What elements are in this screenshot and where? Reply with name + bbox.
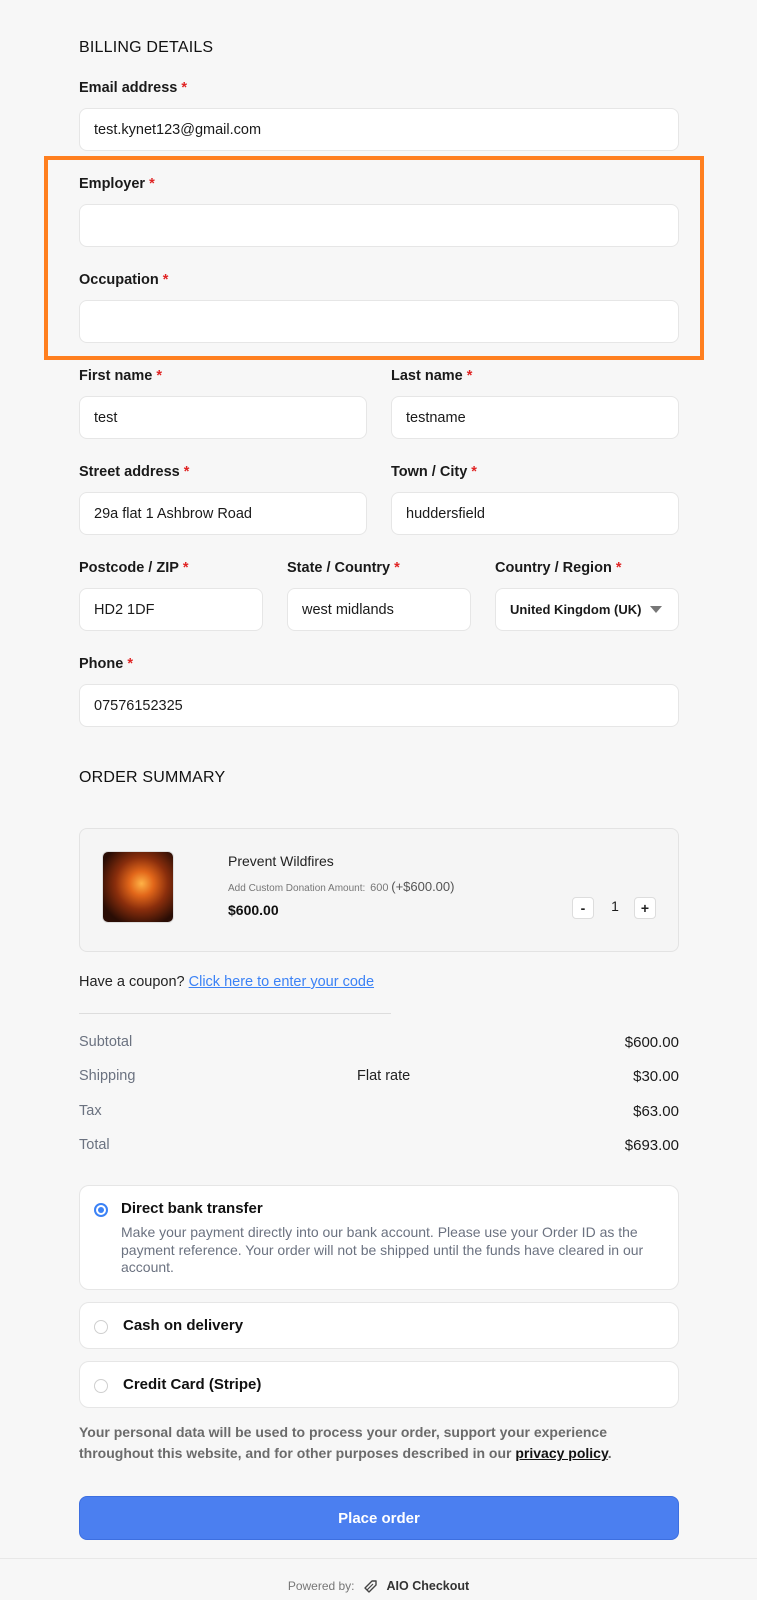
shipping-method: Flat rate xyxy=(357,1068,411,1084)
bank-title: Direct bank transfer xyxy=(121,1200,263,1217)
coupon-line: Have a coupon? Click here to enter your … xyxy=(79,974,374,990)
required-mark: * xyxy=(156,368,162,384)
postcode-field[interactable]: HD2 1DF xyxy=(79,588,263,631)
employer-field[interactable] xyxy=(79,204,679,247)
required-mark: * xyxy=(394,560,400,576)
billing-title: BILLING DETAILS xyxy=(79,39,214,56)
required-mark: * xyxy=(182,560,189,576)
coupon-text: Have a coupon? xyxy=(79,974,185,990)
country-value: United Kingdom (UK) xyxy=(510,602,642,617)
required-mark: * xyxy=(162,272,169,288)
quantity-minus-button[interactable]: - xyxy=(572,897,594,919)
custom-donation-extra: (+$600.00) xyxy=(391,879,455,894)
employer-label: Employer * xyxy=(79,176,155,192)
occupation-label-text: Occupation xyxy=(79,272,159,288)
occupation-field[interactable] xyxy=(79,300,679,343)
state-value: west midlands xyxy=(302,601,394,618)
privacy-notice: Your personal data will be used to proce… xyxy=(79,1422,679,1464)
footer-divider xyxy=(0,1558,757,1559)
last-name-field[interactable]: testname xyxy=(391,396,679,439)
place-order-button[interactable]: Place order xyxy=(79,1496,679,1540)
required-mark: * xyxy=(615,560,622,576)
total-value: $693.00 xyxy=(624,1137,679,1154)
phone-label-text: Phone xyxy=(79,656,124,672)
cod-title: Cash on delivery xyxy=(123,1317,244,1334)
custom-donation-value: 600 xyxy=(370,882,389,894)
order-summary-title: ORDER SUMMARY xyxy=(79,769,226,786)
shipping-label: Shipping xyxy=(79,1068,136,1084)
payment-option-cod[interactable]: Cash on delivery xyxy=(79,1302,679,1349)
chevron-down-icon xyxy=(650,606,662,613)
city-label-text: Town / City xyxy=(391,464,468,480)
last-name-label-text: Last name xyxy=(391,368,463,384)
quantity-value: 1 xyxy=(611,898,619,914)
email-value: test.kynet123@gmail.com xyxy=(94,121,262,138)
privacy-policy-link[interactable]: privacy policy xyxy=(515,1445,607,1461)
city-field[interactable]: huddersfield xyxy=(391,492,679,535)
first-name-label: First name * xyxy=(79,368,162,384)
street-field[interactable]: 29a flat 1 Ashbrow Road xyxy=(79,492,367,535)
required-mark: * xyxy=(471,464,477,480)
subtotal-label: Subtotal xyxy=(79,1034,133,1050)
postcode-label-text: Postcode / ZIP xyxy=(79,560,179,576)
phone-value: 07576152325 xyxy=(94,697,183,714)
country-label: Country / Region * xyxy=(495,560,621,576)
required-mark: * xyxy=(183,464,190,480)
tag-icon xyxy=(363,1580,377,1593)
tax-label: Tax xyxy=(79,1103,102,1119)
custom-donation-line: Add Custom Donation Amount: 600 (+$600.0… xyxy=(228,879,454,894)
state-label-text: State / Country xyxy=(287,560,391,576)
bank-description: Make your payment directly into our bank… xyxy=(121,1224,644,1275)
first-name-field[interactable]: test xyxy=(79,396,367,439)
coupon-link[interactable]: Click here to enter your code xyxy=(189,974,374,990)
city-label: Town / City * xyxy=(391,464,477,480)
country-select[interactable]: United Kingdom (UK) xyxy=(495,588,679,631)
total-label: Total xyxy=(79,1137,110,1153)
first-name-value: test xyxy=(94,409,118,426)
postcode-label: Postcode / ZIP * xyxy=(79,560,189,576)
radio-bank[interactable] xyxy=(94,1203,108,1217)
occupation-label: Occupation * xyxy=(79,272,168,288)
product-price: $600.00 xyxy=(228,902,279,918)
email-label-text: Email address xyxy=(79,80,178,96)
footer: Powered by: AIO Checkout xyxy=(0,1578,757,1594)
brand-name[interactable]: AIO Checkout xyxy=(387,1579,470,1593)
radio-stripe[interactable] xyxy=(94,1379,108,1393)
required-mark: * xyxy=(466,368,473,384)
powered-by-label: Powered by: xyxy=(287,1579,355,1593)
postcode-value: HD2 1DF xyxy=(94,601,155,618)
street-label-text: Street address xyxy=(79,464,180,480)
radio-cod[interactable] xyxy=(94,1320,108,1334)
product-thumbnail xyxy=(102,851,174,923)
phone-field[interactable]: 07576152325 xyxy=(79,684,679,727)
product-name: Prevent Wildfires xyxy=(228,853,334,869)
first-name-label-text: First name xyxy=(79,368,153,384)
street-value: 29a flat 1 Ashbrow Road xyxy=(94,505,252,522)
street-label: Street address * xyxy=(79,464,189,480)
shipping-value: $30.00 xyxy=(633,1068,679,1085)
product-card: Prevent Wildfires Add Custom Donation Am… xyxy=(79,828,679,952)
email-label: Email address * xyxy=(79,80,187,96)
privacy-end: . xyxy=(607,1445,612,1461)
city-value: huddersfield xyxy=(406,505,485,522)
subtotal-value: $600.00 xyxy=(624,1034,679,1051)
divider xyxy=(79,1013,391,1014)
quantity-plus-button[interactable]: + xyxy=(634,897,656,919)
required-mark: * xyxy=(149,176,155,192)
employer-label-text: Employer xyxy=(79,176,146,192)
required-mark: * xyxy=(127,656,133,672)
required-mark: * xyxy=(181,80,187,96)
tax-value: $63.00 xyxy=(633,1103,679,1120)
last-name-label: Last name * xyxy=(391,368,472,384)
state-label: State / Country * xyxy=(287,560,400,576)
phone-label: Phone * xyxy=(79,656,133,672)
email-field[interactable]: test.kynet123@gmail.com xyxy=(79,108,679,151)
custom-donation-label: Add Custom Donation Amount: xyxy=(228,883,366,894)
payment-option-bank[interactable]: Direct bank transfer Make your payment d… xyxy=(79,1185,679,1290)
state-field[interactable]: west midlands xyxy=(287,588,471,631)
last-name-value: testname xyxy=(406,409,466,426)
country-label-text: Country / Region xyxy=(495,560,612,576)
payment-option-stripe[interactable]: Credit Card (Stripe) xyxy=(79,1361,679,1408)
stripe-title: Credit Card (Stripe) xyxy=(123,1376,262,1393)
